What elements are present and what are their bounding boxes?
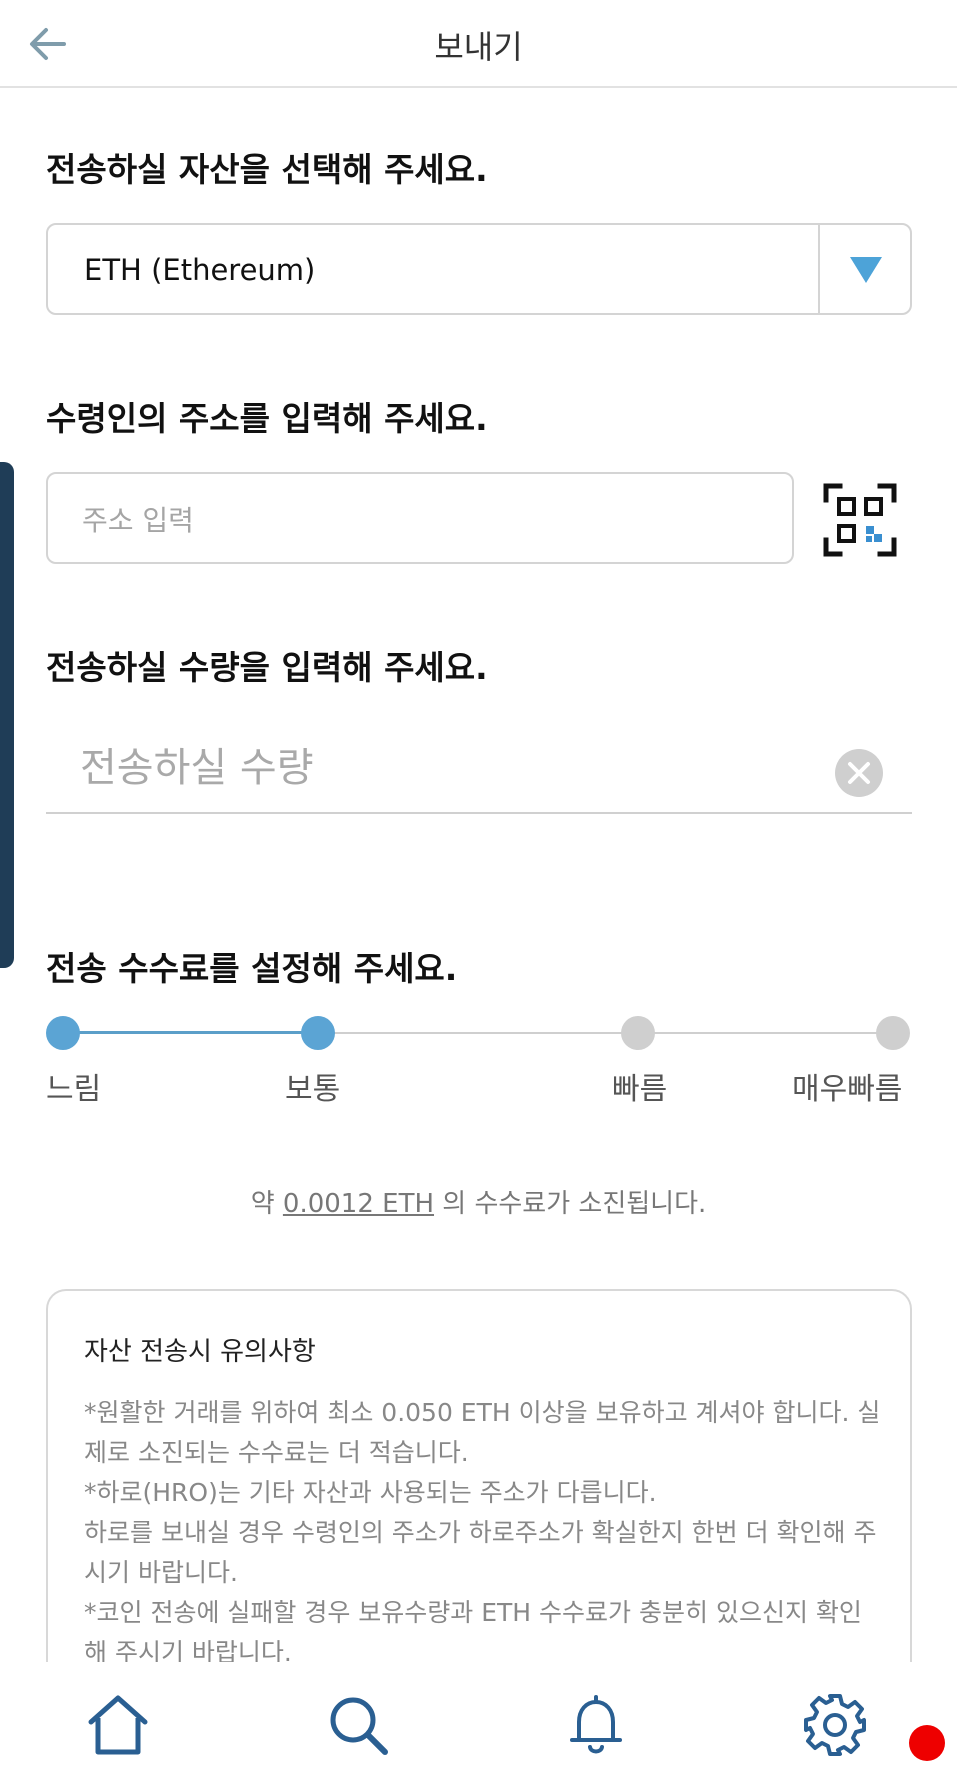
- fee-level-dot[interactable]: [301, 1016, 335, 1050]
- address-input[interactable]: [82, 498, 762, 542]
- notice-line: 하로를 보내실 경우 수령인의 주소가 하로주소가 확실한지 한번 더 확인해 …: [84, 1518, 877, 1587]
- notice-line: *원활한 거래를 위하여 최소 0.050 ETH 이상을 보유하고 계셔야 합…: [84, 1398, 881, 1467]
- search-icon: [330, 1697, 388, 1755]
- nav-settings-button[interactable]: [802, 1692, 868, 1758]
- fee-slider-fill: [63, 1031, 318, 1034]
- bell-icon: [570, 1695, 622, 1754]
- bottom-nav: [0, 1662, 957, 1790]
- asset-select[interactable]: ETH (Ethereum): [46, 223, 912, 315]
- notice-body: *원활한 거래를 위하여 최소 0.050 ETH 이상을 보유하고 계셔야 합…: [84, 1393, 884, 1673]
- qr-scan-icon: [823, 483, 897, 557]
- fee-info-suffix: 의 수수료가 소진됩니다.: [434, 1189, 707, 1219]
- fee-level-label[interactable]: 매우빠름: [792, 1064, 902, 1108]
- amount-underline: [46, 812, 912, 814]
- fee-level-dot[interactable]: [46, 1016, 80, 1050]
- nav-notifications-button[interactable]: [563, 1692, 629, 1758]
- app-header: 보내기: [0, 0, 957, 88]
- page-title: 보내기: [434, 28, 523, 66]
- home-icon: [88, 1695, 148, 1755]
- triangle-down-icon: [850, 257, 882, 283]
- nav-search-button[interactable]: [325, 1692, 391, 1758]
- gear-icon: [804, 1694, 866, 1756]
- fee-level-label[interactable]: 느림: [46, 1064, 101, 1108]
- notice-line: *하로(HRO)는 기타 자산과 사용되는 주소가 다릅니다.: [84, 1478, 657, 1507]
- fee-level-dot[interactable]: [621, 1016, 655, 1050]
- close-icon: [848, 762, 870, 784]
- clear-amount-button[interactable]: [835, 749, 883, 797]
- fee-amount: 0.0012 ETH: [282, 1189, 435, 1219]
- fee-level-label[interactable]: 보통: [285, 1064, 340, 1108]
- address-section-title: 수령인의 주소를 입력해 주세요.: [46, 399, 488, 438]
- notice-box: 자산 전송시 유의사항 *원활한 거래를 위하여 최소 0.050 ETH 이상…: [46, 1289, 912, 1709]
- asset-section-title: 전송하실 자산을 선택해 주세요.: [46, 150, 488, 189]
- notice-title: 자산 전송시 유의사항: [84, 1337, 316, 1367]
- fee-estimate-text: 약 0.0012 ETH 의 수수료가 소진됩니다.: [0, 1183, 957, 1220]
- selected-asset: ETH (Ethereum): [84, 253, 316, 287]
- amount-section-title: 전송하실 수량을 입력해 주세요.: [46, 648, 488, 687]
- address-field[interactable]: [46, 472, 794, 564]
- select-divider: [818, 225, 820, 313]
- nav-home-button[interactable]: [85, 1692, 151, 1758]
- side-drawer-handle[interactable]: [0, 462, 14, 968]
- fee-level-dot[interactable]: [876, 1016, 910, 1050]
- amount-input[interactable]: [80, 740, 820, 796]
- alert-dot: [909, 1725, 945, 1761]
- fee-level-label[interactable]: 빠름: [612, 1064, 667, 1108]
- notice-line: *코인 전송에 실패할 경우 보유수량과 ETH 수수료가 충분히 있으신지 확…: [84, 1598, 862, 1667]
- fee-section-title: 전송 수수료를 설정해 주세요.: [46, 949, 458, 988]
- qr-scan-button[interactable]: [822, 482, 898, 558]
- fee-info-prefix: 약: [250, 1189, 283, 1219]
